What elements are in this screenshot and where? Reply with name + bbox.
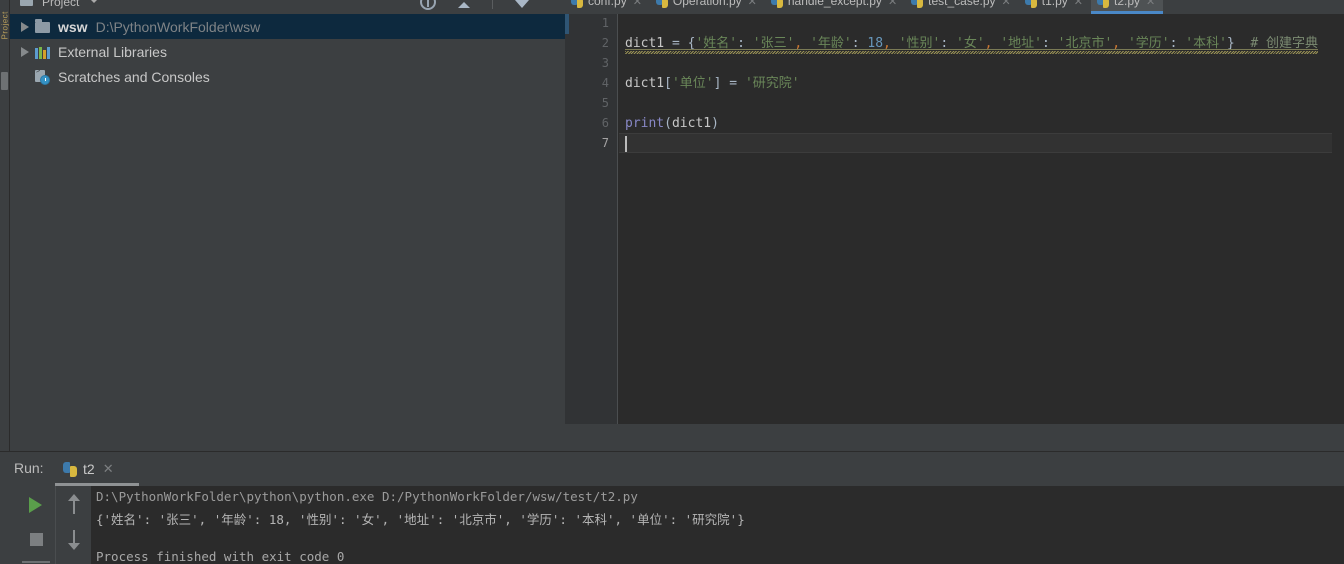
close-icon[interactable]: ✕ xyxy=(888,0,897,8)
code-token: ) xyxy=(711,116,719,131)
chevron-down-icon[interactable] xyxy=(90,0,98,3)
close-icon[interactable]: ✕ xyxy=(1146,0,1155,8)
rerun-play-button[interactable] xyxy=(29,497,42,513)
run-panel-label: Run: xyxy=(14,460,44,476)
close-icon[interactable]: ✕ xyxy=(103,461,114,477)
scratches-icon xyxy=(34,68,52,85)
project-tool-window: Project wsw D:\PythonWorkFolder\wsw Exte… xyxy=(10,0,565,451)
python-icon xyxy=(655,0,669,8)
editor-tab-test_case-py[interactable]: test_case.py ✕ xyxy=(905,0,1019,14)
editor-tab-label: handle_except.py xyxy=(787,0,882,8)
editor-tab-conf-py[interactable]: conf.py ✕ xyxy=(565,0,650,14)
project-panel-toolbar xyxy=(420,0,529,10)
code-token: print xyxy=(625,116,665,131)
inspection-warning-underline xyxy=(625,51,1319,54)
toolbar-divider xyxy=(55,486,56,564)
python-icon xyxy=(1096,0,1110,8)
close-icon[interactable]: ✕ xyxy=(748,0,757,8)
scroll-up-button[interactable] xyxy=(67,494,81,514)
tree-item-scratches-and-consoles[interactable]: Scratches and Consoles xyxy=(10,64,565,89)
line-number: 6 xyxy=(601,116,609,130)
python-icon xyxy=(63,461,78,477)
pycharm-window: Project Project wsw D:\PythonWorkFolder\… xyxy=(0,0,1344,564)
left-strip-project-label[interactable]: Project xyxy=(1,6,10,39)
code-token: '单位' xyxy=(671,76,714,91)
code-editor[interactable]: 1 2 3 4 5 6 7 dict1 = {'姓名': '张三', '年龄': 18, '… xyxy=(565,14,1344,424)
text-caret xyxy=(625,136,627,152)
code-token: ( xyxy=(664,116,672,131)
line-number: 3 xyxy=(601,56,609,70)
identifier-underline xyxy=(625,49,1319,50)
editor-tab-t1-py[interactable]: t1.py ✕ xyxy=(1019,0,1091,14)
code-token: dict1 xyxy=(625,76,665,91)
line-number: 1 xyxy=(601,16,609,30)
run-panel-header: Run: t2 ✕ xyxy=(0,452,1344,486)
run-tab-label: t2 xyxy=(83,461,95,477)
editor-tab-label: conf.py xyxy=(588,0,627,8)
toolbar-bottom-divider xyxy=(22,561,50,563)
code-token: dict1 xyxy=(671,116,712,131)
toolbar-divider xyxy=(492,0,493,9)
project-tree: wsw D:\PythonWorkFolder\wsw External Lib… xyxy=(10,14,565,89)
project-folder-icon xyxy=(20,0,33,6)
stop-button[interactable] xyxy=(30,533,43,546)
console-line: {'姓名': '张三', '年龄': 18, '性别': '女', '地址': … xyxy=(96,512,745,527)
python-icon xyxy=(1024,0,1038,8)
project-panel-title: Project xyxy=(42,0,80,9)
run-tab-t2[interactable]: t2 ✕ xyxy=(57,455,120,483)
left-tool-strip: Project xyxy=(0,0,10,451)
code-line-4[interactable]: dict1['单位'] = '研究院' xyxy=(625,74,800,94)
tree-item-label: wsw xyxy=(58,18,88,35)
python-icon xyxy=(770,0,784,8)
collapse-all-icon[interactable] xyxy=(458,1,470,8)
editor-tab-label: test_case.py xyxy=(928,0,996,8)
code-token: '研究院' xyxy=(744,76,800,91)
tree-item-external-libraries[interactable]: External Libraries xyxy=(10,39,565,64)
code-token: [ xyxy=(664,76,672,91)
scroll-down-button[interactable] xyxy=(67,530,81,550)
libraries-icon xyxy=(34,44,52,60)
run-side-toolbar xyxy=(10,486,92,564)
editor-tab-t2-py[interactable]: t2.py ✕ xyxy=(1090,0,1164,14)
console-line: Process finished with exit code 0 xyxy=(96,549,345,564)
close-icon[interactable]: ✕ xyxy=(1002,0,1011,8)
line-number: 5 xyxy=(601,96,609,110)
tree-item-path: D:\PythonWorkFolder\wsw xyxy=(95,18,261,35)
tree-item-label: External Libraries xyxy=(58,43,167,60)
code-line-6[interactable]: print(dict1) xyxy=(625,114,719,134)
editor-tab-label: Operation.py xyxy=(672,0,742,8)
editor-tab-label: t2.py xyxy=(1113,0,1140,8)
editor-right-edge xyxy=(1332,14,1344,424)
gutter-line-marker xyxy=(565,14,569,34)
line-number: 2 xyxy=(601,36,609,50)
code-token: ] = xyxy=(713,76,745,91)
expand-arrow-placeholder xyxy=(18,64,34,89)
close-icon[interactable]: ✕ xyxy=(633,0,642,8)
folder-icon xyxy=(34,18,52,35)
python-icon xyxy=(571,0,584,8)
editor-tab-handle_except-py[interactable]: handle_except.py ✕ xyxy=(765,0,905,14)
hide-panel-icon[interactable] xyxy=(515,0,529,8)
locate-target-icon[interactable] xyxy=(420,0,436,10)
line-number: 7 xyxy=(601,136,609,150)
code-content[interactable]: dict1 = {'姓名': '张三', '年龄': 18, '性别': '女'… xyxy=(619,14,1344,424)
left-strip-scroll-thumb[interactable] xyxy=(1,72,8,90)
project-panel-header: Project xyxy=(10,0,565,14)
editor-gutter[interactable]: 1 2 3 4 5 6 7 xyxy=(565,14,618,424)
tree-item-wsw[interactable]: wsw D:\PythonWorkFolder\wsw xyxy=(10,14,565,39)
editor-tab-Operation-py[interactable]: Operation.py ✕ xyxy=(650,0,765,14)
editor-tab-bar: conf.py ✕ Operation.py ✕ handle_except.py ✕ te… xyxy=(565,0,1344,14)
line-number: 4 xyxy=(601,76,609,90)
console-line: D:\PythonWorkFolder\python\python.exe D:… xyxy=(96,489,638,504)
run-console-output[interactable]: D:\PythonWorkFolder\python\python.exe D:… xyxy=(92,486,1344,564)
close-icon[interactable]: ✕ xyxy=(1074,0,1083,8)
python-icon xyxy=(911,0,924,8)
editor-tab-label: t1.py xyxy=(1041,0,1068,8)
tree-item-label: Scratches and Consoles xyxy=(58,68,210,85)
expand-arrow-icon[interactable] xyxy=(18,14,34,39)
run-tool-window: Run: t2 ✕ D:\PythonWorkFolder\python\pyt… xyxy=(0,451,1344,564)
expand-arrow-icon[interactable] xyxy=(18,39,34,64)
